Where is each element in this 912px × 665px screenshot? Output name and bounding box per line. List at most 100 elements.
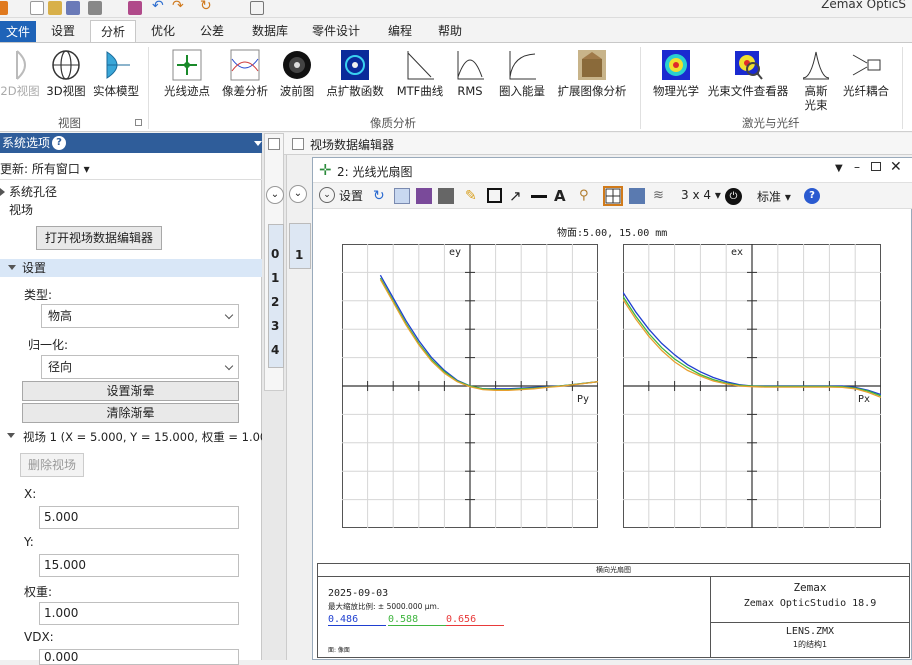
collapse-circle-icon[interactable]: ⌄ (289, 185, 307, 203)
tab-optimize[interactable]: 优化 (141, 20, 185, 42)
settings-chevron-icon[interactable]: ⌄ (319, 187, 335, 203)
tab-tolerance[interactable]: 公差 (190, 20, 234, 42)
tab-help[interactable]: 帮助 (428, 20, 472, 42)
field-type-select[interactable]: 物高 (41, 304, 239, 328)
print-icon[interactable] (438, 188, 454, 204)
field-weight-input[interactable]: 1.000 (39, 602, 239, 625)
copy-icon[interactable] (394, 188, 410, 204)
close-icon[interactable]: ✕ (890, 159, 902, 175)
tab-programming[interactable]: 编程 (378, 20, 422, 42)
fiber-coupling-icon (851, 49, 881, 81)
settings-section-header[interactable]: 设置 (0, 259, 262, 277)
3d-view-icon (51, 49, 81, 81)
help-icon[interactable]: ? (804, 188, 820, 204)
2d-view-button[interactable]: 2D视图 (0, 49, 42, 98)
line-icon[interactable] (531, 195, 547, 198)
encircled-energy-icon (507, 49, 537, 81)
mtf-label: MTF曲线 (396, 84, 444, 98)
aberration-button[interactable]: 像差分析 (218, 49, 272, 98)
print-icon[interactable] (88, 1, 102, 15)
config-tab-1b[interactable]: 1 (295, 248, 303, 262)
arrow-icon[interactable]: ↗ (509, 188, 525, 204)
save-icon[interactable] (66, 1, 80, 15)
open-folder-icon[interactable] (48, 1, 62, 15)
tab-file[interactable]: 文件 (0, 21, 37, 42)
field-editor-tab[interactable]: 视场数据编辑器 (284, 133, 912, 155)
expand-aperture-icon[interactable] (0, 188, 5, 196)
minimize-icon[interactable]: – (854, 160, 860, 174)
standard-selector[interactable]: 标准 ▾ (757, 188, 791, 205)
field-y-input[interactable]: 15.000 (39, 554, 239, 577)
editor-doc-icon (292, 138, 304, 150)
layout-selector[interactable]: 3 x 4 ▾ (681, 188, 721, 202)
collapse-circle-icon[interactable]: ⌄ (266, 186, 284, 204)
open-field-editor-button[interactable]: 打开视场数据编辑器 (36, 226, 162, 250)
new-file-icon[interactable] (30, 1, 44, 15)
power-icon[interactable]: ⏻ (725, 188, 742, 205)
rectangle-icon[interactable] (487, 188, 502, 203)
dialog-launcher-icon[interactable] (135, 119, 142, 126)
set-vignetting-button[interactable]: 设置渐晕 (22, 381, 239, 401)
config-tab-2[interactable]: 2 (271, 295, 279, 309)
psf-button[interactable]: 点扩散函数 (324, 49, 386, 98)
tab-library[interactable]: 数据库 (242, 20, 298, 42)
encircled-energy-button[interactable]: 圈入能量 (494, 49, 550, 98)
config-tab-3[interactable]: 3 (271, 319, 279, 333)
physical-optics-button[interactable]: 物理光学 (648, 49, 704, 98)
pencil-icon[interactable]: ✎ (465, 188, 481, 204)
config-tab-0[interactable]: 0 (271, 247, 279, 261)
window-icon[interactable] (629, 188, 645, 204)
text-icon[interactable]: A (554, 188, 570, 204)
normalization-label: 归一化: (28, 338, 69, 352)
tab-analysis[interactable]: 分析 (90, 20, 137, 42)
maximize-icon[interactable] (871, 162, 881, 171)
quick-access-toolbar: ↶ ↷ ↻ Zemax OpticS (0, 0, 912, 18)
collapse-field1-icon[interactable] (7, 433, 15, 438)
tab-part-design[interactable]: 零件设计 (302, 20, 370, 42)
px-axis-label: Px (858, 394, 871, 405)
beam-file-viewer-button[interactable]: 光束文件查看器 (706, 49, 790, 98)
extended-image-icon (577, 49, 607, 81)
spot-diagram-icon (172, 49, 202, 81)
extended-image-button[interactable]: 扩展图像分析 (554, 49, 630, 98)
layout-grid-icon[interactable] (603, 186, 623, 206)
wavefront-button[interactable]: 波前图 (276, 49, 318, 98)
mtf-button[interactable]: MTF曲线 (392, 49, 448, 98)
ray-spot-button[interactable]: 光线迹点 (160, 49, 214, 98)
tree-system-aperture[interactable]: 系统孔径 (9, 183, 57, 200)
delete-field-button[interactable]: 删除视场 (20, 453, 84, 477)
ribbon-tab-bar: 文件 设置 分析 优化 公差 数据库 零件设计 编程 帮助 (0, 18, 912, 42)
refresh-icon[interactable]: ↻ (373, 188, 389, 204)
field-vdx-input[interactable]: 0.000 (39, 649, 239, 665)
settings-qat-icon[interactable] (128, 1, 142, 15)
settings-button[interactable]: 设置 (339, 187, 363, 204)
normalization-select[interactable]: 径向 (41, 355, 239, 379)
lock-icon[interactable]: ⚲ (579, 188, 595, 204)
tab-setup[interactable]: 设置 (41, 20, 85, 42)
beam-file-viewer-icon (733, 49, 763, 81)
rms-button[interactable]: RMS (452, 49, 488, 98)
gaussian-beam-button[interactable]: 高斯 光束 (796, 49, 836, 112)
tree-fields[interactable]: 视场 (9, 201, 33, 218)
view-group-label: 视图 (58, 116, 81, 130)
shaded-model-button[interactable]: 实体模型 (90, 49, 142, 98)
clear-vignetting-button[interactable]: 清除渐晕 (22, 403, 239, 423)
field-x-input[interactable]: 5.000 (39, 506, 239, 529)
app-menu-icon[interactable] (0, 1, 8, 15)
redo-icon[interactable]: ↷ (172, 0, 186, 15)
window-layout-icon[interactable] (250, 1, 264, 15)
max-scale-note: 最大缩放比例: ± 5000.000 μm. (328, 602, 440, 611)
window-menu-icon[interactable]: ▼ (835, 163, 843, 174)
3d-view-button[interactable]: 3D视图 (44, 49, 88, 98)
panel-dropdown-icon[interactable] (254, 141, 262, 146)
update-all-windows-dropdown[interactable]: 更新: 所有窗口 ▾ (0, 160, 90, 177)
undo-icon[interactable]: ↶ (152, 0, 166, 15)
refresh-qat-icon[interactable]: ↻ (200, 0, 214, 15)
field1-header[interactable]: 视场 1 (X = 5.000, Y = 15.000, 权重 = 1.000) (23, 429, 279, 445)
export-icon[interactable] (416, 188, 432, 204)
stack-icon[interactable]: ≋ (653, 188, 669, 204)
config-tab-4[interactable]: 4 (271, 343, 279, 357)
help-icon[interactable]: ? (52, 136, 66, 150)
fiber-coupling-button[interactable]: 光纤耦合 (840, 49, 892, 98)
config-tab-1[interactable]: 1 (271, 271, 279, 285)
